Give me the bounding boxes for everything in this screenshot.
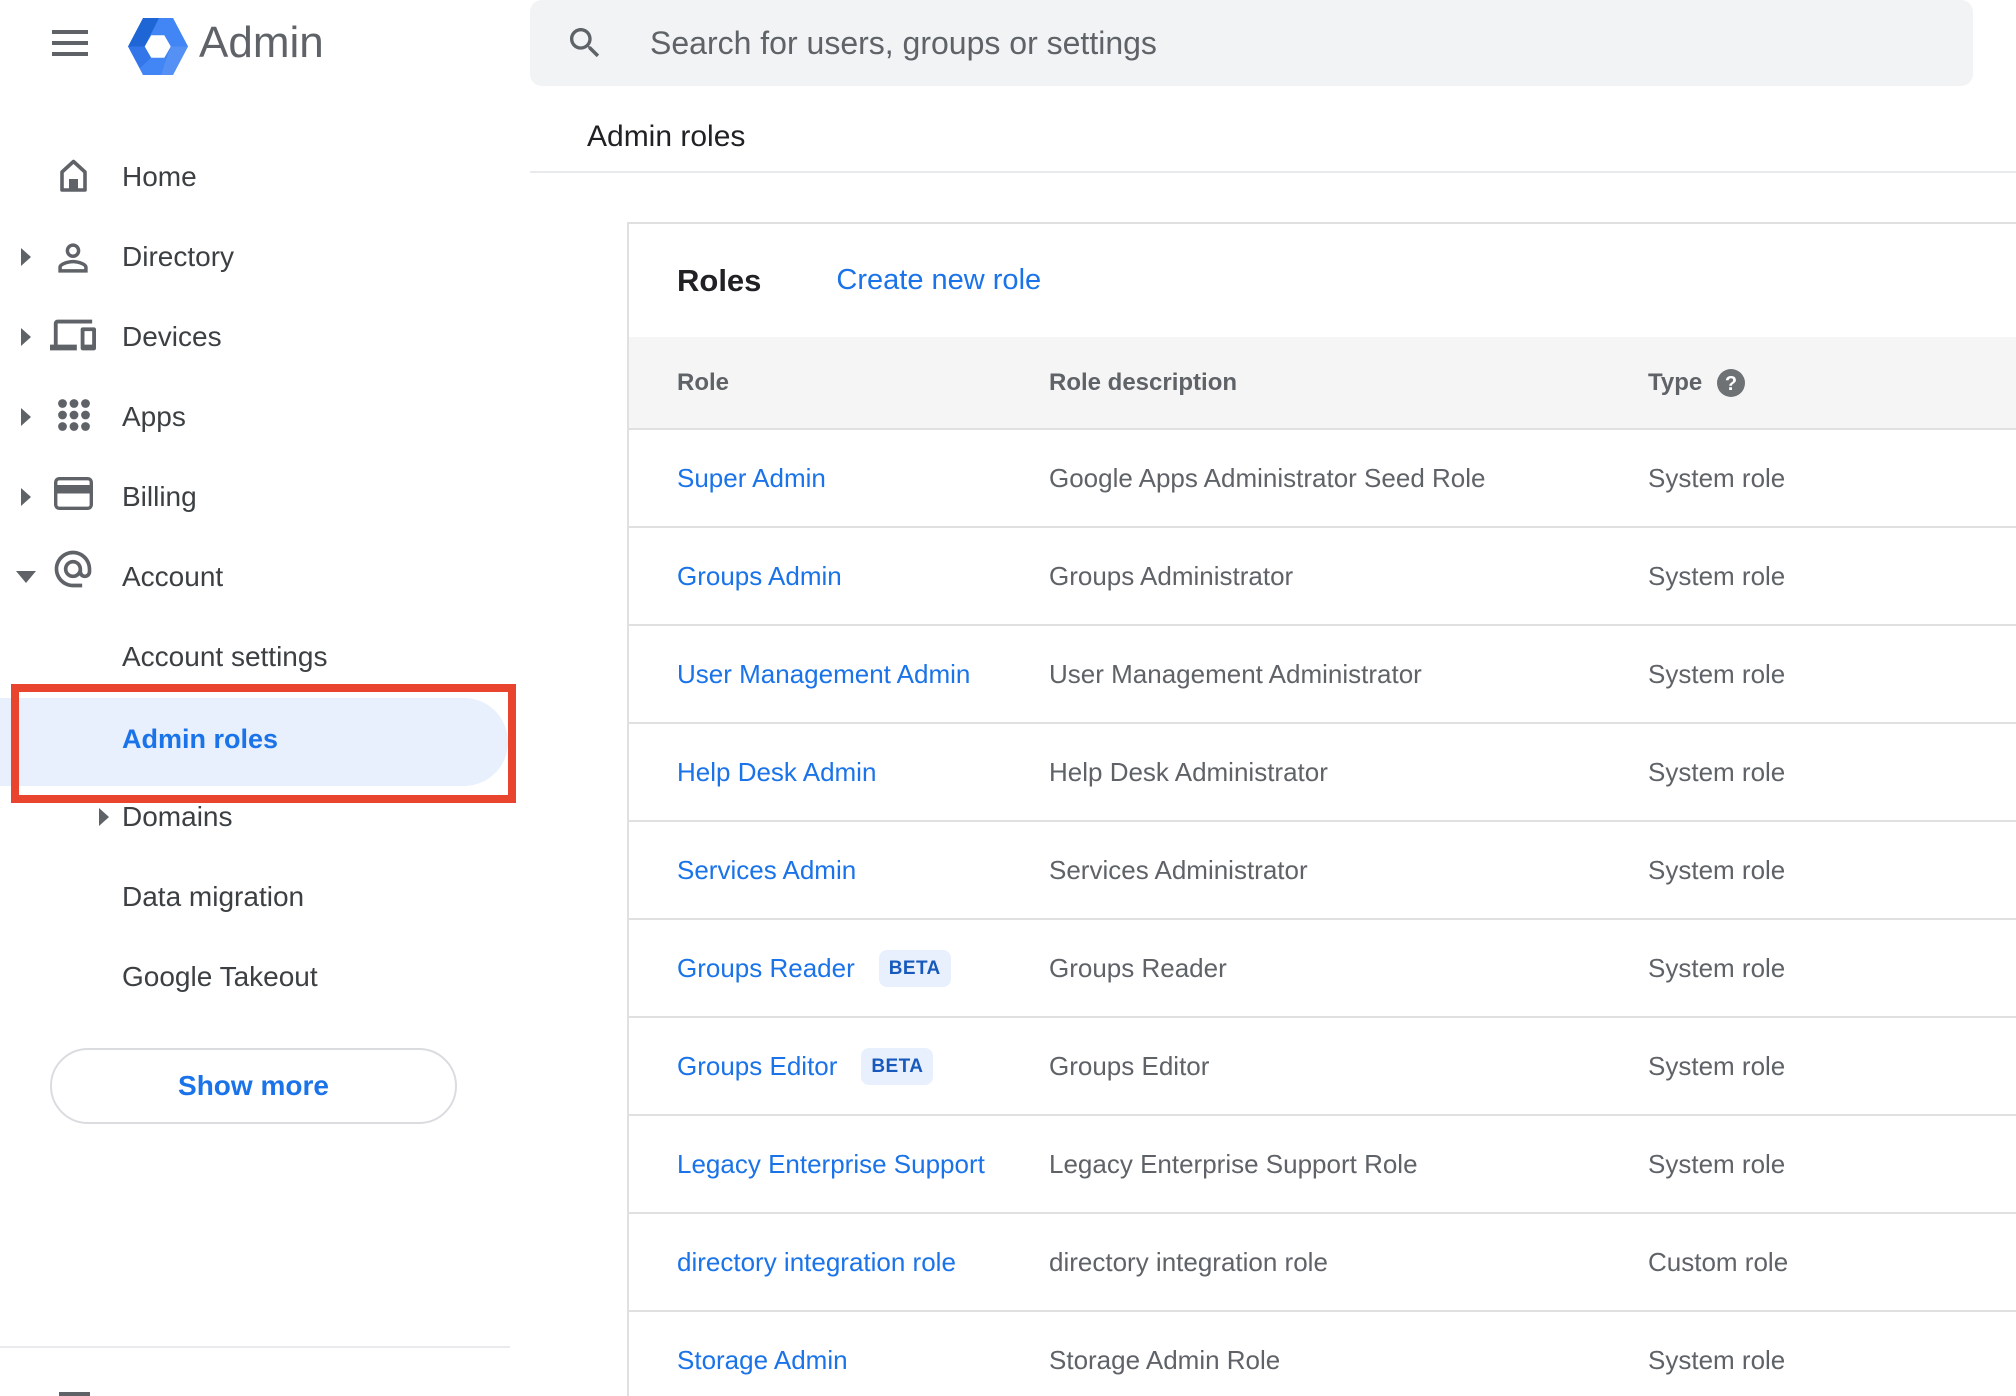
svg-text:?: ? xyxy=(1725,373,1737,395)
